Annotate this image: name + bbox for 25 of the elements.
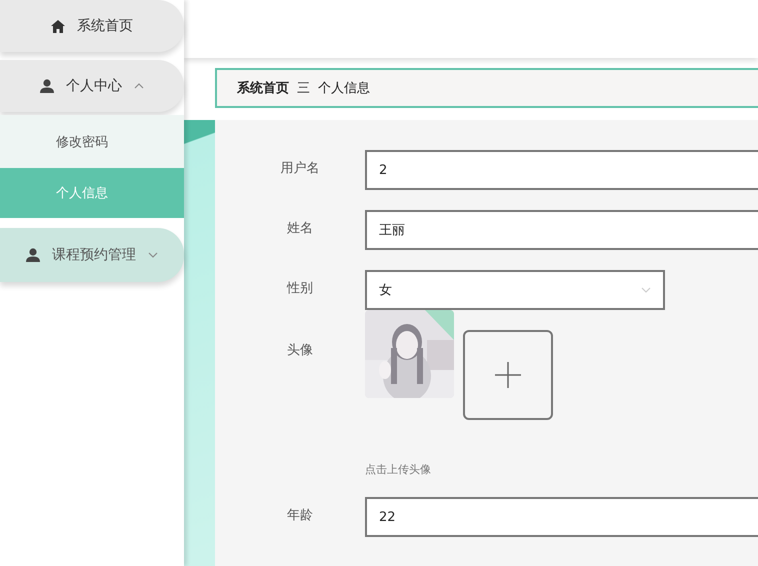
user-icon bbox=[40, 79, 54, 93]
input-field[interactable]: 22 bbox=[365, 497, 758, 537]
field-label: 姓名 bbox=[286, 220, 314, 238]
upload-hint: 点击上传头像 bbox=[365, 462, 432, 477]
field-label: 年龄 bbox=[286, 507, 314, 525]
select-field[interactable]: 女 bbox=[365, 270, 665, 310]
plus-icon bbox=[495, 362, 521, 388]
menu-item[interactable]: 系统首页 bbox=[0, 0, 184, 52]
field-label: 用户名 bbox=[280, 160, 320, 178]
user-icon bbox=[26, 248, 40, 262]
input-field[interactable]: 王丽 bbox=[365, 210, 758, 250]
menu-group[interactable]: 课程预约管理 bbox=[0, 228, 184, 282]
chevron-icon bbox=[641, 287, 651, 293]
chevron-icon bbox=[134, 83, 144, 89]
menu-group[interactable]: 个人中心 bbox=[0, 60, 184, 112]
input-field[interactable]: 2 bbox=[365, 150, 758, 190]
breadcrumb-separator: 三 bbox=[297, 80, 310, 97]
breadcrumb-link[interactable]: 系统首页 bbox=[237, 79, 289, 97]
upload-button[interactable] bbox=[463, 330, 553, 420]
chevron-icon bbox=[148, 252, 158, 258]
home-icon bbox=[51, 20, 65, 32]
field-label: 头像 bbox=[286, 342, 314, 360]
submenu-item[interactable]: 修改密码 bbox=[0, 115, 184, 168]
breadcrumb-link[interactable]: 个人信息 bbox=[318, 79, 370, 97]
field-label: 性别 bbox=[286, 280, 314, 298]
